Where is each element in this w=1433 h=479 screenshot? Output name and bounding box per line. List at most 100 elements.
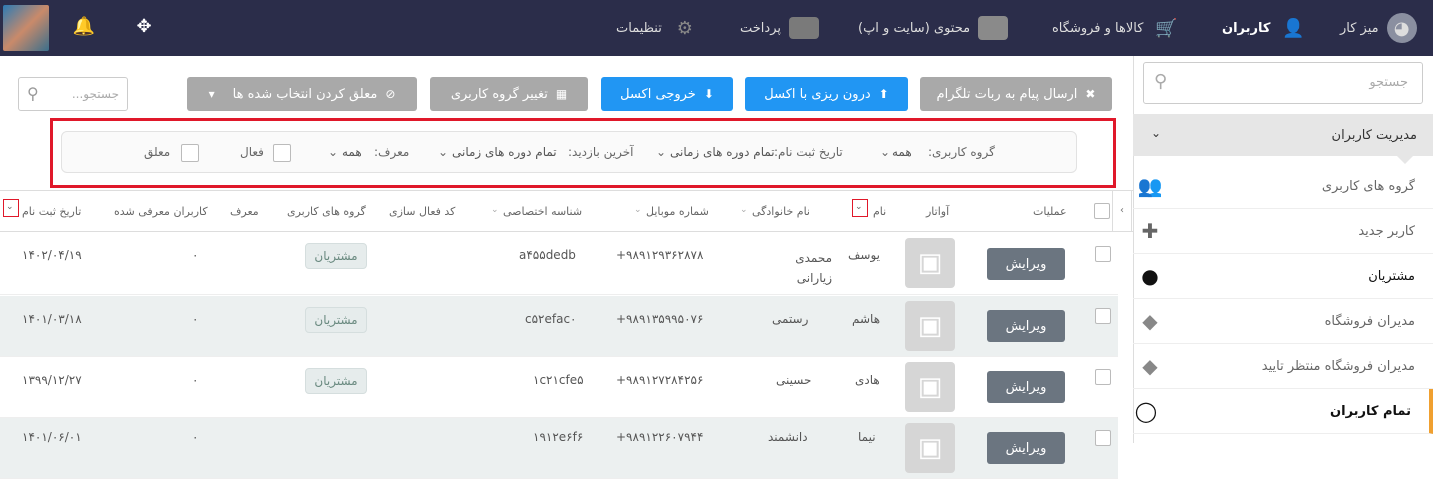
search-icon: ⚲	[27, 84, 39, 103]
edit-button[interactable]: ویرایش	[987, 371, 1065, 403]
cell-reg-date: ۱۴۰۲/۰۴/۱۹	[22, 248, 82, 262]
cell-family: رستمی	[772, 312, 809, 326]
chevron-down-icon[interactable]: ⌄	[328, 145, 338, 159]
dashboard-icon: ◕	[1386, 13, 1417, 43]
sidebar-item-label: مدیران فروشگاه	[1324, 313, 1415, 329]
table-row: ویرایش ▣ هاشم رستمی +۹۸۹۱۳۵۹۹۵۰۷۶ c۵۲efa…	[0, 296, 1118, 357]
edit-button[interactable]: ویرایش	[987, 432, 1065, 464]
nav-products[interactable]: 🛒 کالاها و فروشگاه	[1052, 0, 1181, 56]
cell-family: دانشمند	[768, 430, 808, 444]
nav-settings-label: تنظیمات	[616, 20, 662, 36]
user-group-icon: 👥	[1137, 174, 1163, 198]
table-row: ویرایش ▣ نیما دانشمند +۹۸۹۱۲۲۶۰۷۹۴۴ ۱۹۱۲…	[0, 418, 1118, 479]
chevron-down-icon[interactable]: ⌄	[656, 145, 666, 159]
suspended-checkbox[interactable]	[181, 144, 199, 162]
sidebar-item-all-users[interactable]: تمام کاربران ◯	[1133, 389, 1433, 434]
sidebar-item-new-user[interactable]: کاربر جدید ✚	[1133, 209, 1433, 254]
header-user-groups: گروه های کاربری	[287, 205, 366, 218]
cell-reg-date: ۱۴۰۱/۰۳/۱۸	[22, 312, 82, 326]
cell-referred: ۰	[192, 373, 199, 387]
edit-button[interactable]: ویرایش	[987, 310, 1065, 342]
row-checkbox[interactable]	[1095, 369, 1111, 385]
collapse-sidebar-button[interactable]: ‹	[1112, 190, 1132, 232]
top-navbar: 🔔 ✥ ◕ میز کار 👤 کاربران 🛒 کالاها و فروشگ…	[0, 0, 1433, 56]
header-mobile[interactable]: شماره موبایل	[646, 205, 709, 218]
filter-reg-date-value[interactable]: تمام دوره های زمانی	[670, 145, 775, 159]
import-excel-button[interactable]: ⬆ درون ریزی با اکسل	[745, 77, 908, 111]
crosshair-icon[interactable]: ✥	[132, 15, 156, 39]
table-row: ویرایش ▣ هادی حسینی +۹۸۹۱۲۷۲۸۴۲۵۶ ۱c۲۱cf…	[0, 357, 1118, 418]
user-avatar[interactable]	[3, 5, 49, 51]
nav-content[interactable]: محتوی (سایت و اپ)	[858, 0, 1009, 56]
edit-button[interactable]: ویرایش	[987, 248, 1065, 280]
header-referrer: معرف	[230, 205, 259, 218]
telegram-button-label: ارسال پیام به ربات تلگرام	[936, 86, 1078, 102]
sidebar-search-input[interactable]: جستجو ⚲	[1143, 62, 1423, 104]
cart-icon: 🛒	[1155, 17, 1178, 39]
spy-icon: ◆	[1142, 354, 1158, 378]
nav-dashboard[interactable]: ◕ میز کار	[1340, 0, 1417, 56]
cell-special-id: c۵۲efac۰	[525, 312, 577, 326]
table-search-input[interactable]: جستجو... ⚲	[18, 77, 128, 111]
sidebar-item-pending-managers[interactable]: مدیران فروشگاه منتظر تایید ◆	[1133, 344, 1433, 389]
nav-dashboard-label: میز کار	[1340, 20, 1379, 36]
upload-icon: ⬆	[878, 87, 889, 101]
nav-users[interactable]: 👤 کاربران	[1222, 0, 1308, 56]
row-checkbox[interactable]	[1095, 430, 1111, 446]
header-reg-date[interactable]: تاریخ ثبت نام	[22, 205, 81, 218]
folder-icon	[978, 16, 1009, 40]
suspend-selected-button[interactable]: ⊘ معلق کردن انتخاب شده ها ▾	[187, 77, 417, 111]
select-all-checkbox[interactable]	[1094, 203, 1110, 219]
filter-suspended-label: معلق	[144, 145, 171, 159]
grid-icon: ▦	[555, 87, 568, 101]
sort-icon[interactable]: ⌄	[491, 205, 499, 215]
active-checkbox[interactable]	[273, 144, 291, 162]
sidebar-item-store-managers[interactable]: مدیران فروشگاه ◆	[1133, 299, 1433, 344]
export-excel-button[interactable]: ⬇ خروجی اکسل	[601, 77, 733, 111]
header-special-id[interactable]: شناسه اختصاصی	[503, 205, 582, 218]
sort-icon[interactable]: ⌄	[6, 202, 14, 212]
chevron-down-icon[interactable]: ⌄	[880, 145, 890, 159]
image-placeholder-icon: ▣	[905, 238, 955, 288]
sort-icon[interactable]: ⌄	[740, 205, 748, 215]
nav-content-label: محتوی (سایت و اپ)	[858, 20, 971, 36]
cell-name: یوسف	[848, 248, 881, 262]
sort-icon[interactable]: ⌄	[634, 205, 642, 215]
sidebar-item-user-groups[interactable]: گروه های کاربری 👥	[1133, 164, 1433, 209]
header-family[interactable]: نام خانوادگی	[752, 205, 810, 218]
download-icon: ⬇	[703, 87, 714, 101]
row-checkbox[interactable]	[1095, 308, 1111, 324]
change-group-label: تغییر گروه کاربری	[450, 86, 548, 102]
row-checkbox[interactable]	[1095, 246, 1111, 262]
users-icon: 👤	[1282, 17, 1305, 39]
sidebar-section-users[interactable]: مدیریت کاربران ⌄	[1133, 114, 1433, 164]
sidebar: جستجو ⚲ مدیریت کاربران ⌄ گروه های کاربری…	[1133, 56, 1433, 443]
telegram-message-button[interactable]: ✖ ارسال پیام به ربات تلگرام	[920, 77, 1112, 111]
nav-payment-label: پرداخت	[740, 20, 781, 36]
filter-bar: گروه کاربری: همه ⌄ تاریخ ثبت نام: تمام د…	[61, 131, 1077, 173]
group-badge: مشتریان	[305, 243, 367, 269]
cell-name: هادی	[855, 373, 880, 387]
cell-mobile: +۹۸۹۱۲۷۲۸۴۲۵۶	[616, 373, 704, 387]
chevron-down-icon: ⌄	[1151, 126, 1162, 140]
filter-referrer-value[interactable]: همه	[342, 145, 362, 159]
caret-down-icon: ▾	[208, 87, 215, 101]
header-name[interactable]: نام	[873, 205, 886, 218]
filter-group-value[interactable]: همه	[892, 145, 912, 159]
export-excel-label: خروجی اکسل	[620, 86, 696, 102]
section-notch	[1397, 156, 1413, 164]
nav-settings[interactable]: ⚙ تنظیمات	[616, 0, 700, 56]
sidebar-item-customers[interactable]: مشتریان ●	[1133, 254, 1433, 299]
sidebar-section-title: مدیریت کاربران	[1331, 127, 1417, 143]
cell-special-id: ۱c۲۱cfe۵	[533, 373, 584, 387]
sort-icon[interactable]: ⌄	[855, 202, 863, 212]
search-icon: ⚲	[1154, 71, 1168, 92]
spy-icon: ◆	[1142, 309, 1158, 333]
bell-icon[interactable]: 🔔	[72, 15, 96, 39]
customer-icon: ●	[1141, 264, 1159, 288]
nav-payment[interactable]: پرداخت	[740, 0, 819, 56]
filter-last-visit-value[interactable]: تمام دوره های زمانی	[452, 145, 557, 159]
chevron-down-icon[interactable]: ⌄	[438, 145, 448, 159]
header-avatar: آواتار	[926, 205, 950, 218]
change-group-button[interactable]: ▦ تغییر گروه کاربری	[430, 77, 588, 111]
